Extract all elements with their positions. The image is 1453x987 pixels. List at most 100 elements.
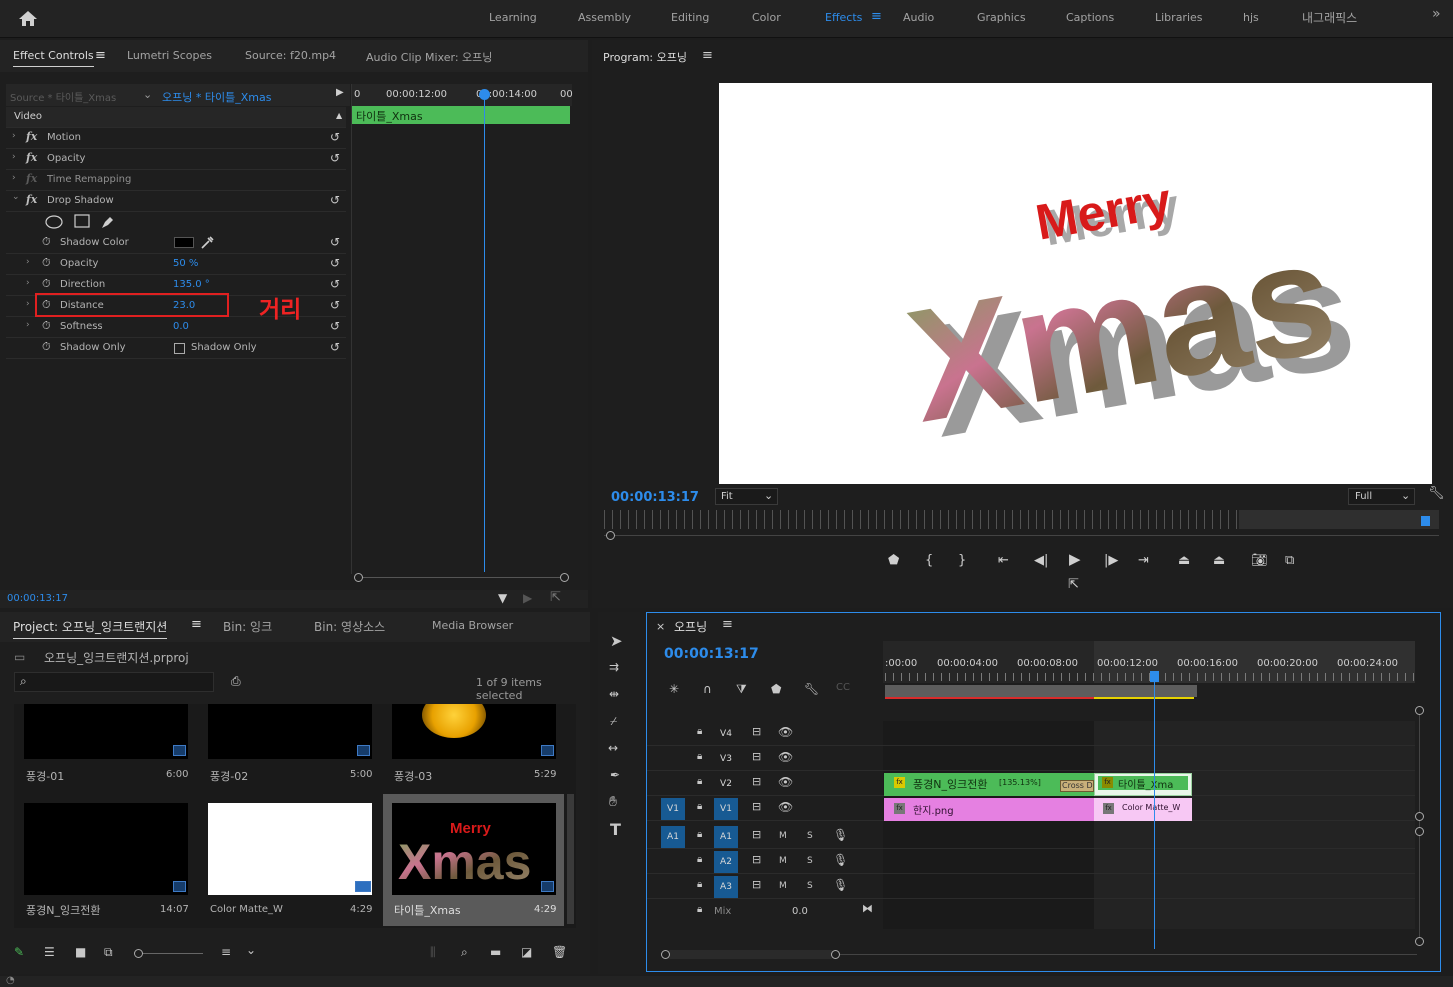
sync-lock-icon[interactable]: ⊟: [752, 878, 761, 891]
fit-dropdown[interactable]: Fit ⌄: [715, 488, 778, 505]
thumbnail-color-matte[interactable]: [208, 803, 372, 895]
param-value-direction[interactable]: 135.0 °: [173, 279, 210, 290]
find-icon[interactable]: ⌕: [461, 945, 468, 960]
home-icon[interactable]: [18, 10, 38, 27]
hscroll-handle[interactable]: [831, 950, 840, 959]
rectangle-mask-icon[interactable]: [74, 214, 90, 228]
lock-icon[interactable]: 🔒︎: [697, 776, 702, 787]
mix-transition-icon[interactable]: ⧓: [862, 902, 873, 915]
workspace-assembly[interactable]: Assembly: [578, 11, 631, 24]
thumbnail-landscape-03[interactable]: [392, 704, 556, 759]
play-icon[interactable]: ▶: [1069, 550, 1081, 568]
reset-icon[interactable]: ↺: [330, 256, 340, 270]
program-title[interactable]: Program: 오프닝: [603, 49, 687, 65]
settings-wrench-icon[interactable]: 🔧︎: [804, 682, 819, 696]
eye-icon[interactable]: 👁︎: [778, 750, 793, 764]
reset-icon[interactable]: ↺: [330, 151, 340, 165]
vertical-scroll-track[interactable]: [1419, 706, 1420, 938]
extract-icon[interactable]: ⏏: [1213, 553, 1225, 568]
nest-icon[interactable]: ✳: [669, 682, 679, 696]
fx-icon[interactable]: fx: [26, 151, 37, 164]
mix-value[interactable]: 0.0: [792, 906, 808, 917]
tab-bin-video-source[interactable]: Bin: 영상소스: [314, 618, 385, 635]
reset-icon[interactable]: ↺: [330, 130, 340, 144]
horizontal-scroll-thumb[interactable]: [665, 950, 835, 959]
effect-timecode[interactable]: 00:00:13:17: [7, 593, 68, 604]
tab-effect-controls[interactable]: Effect Controls: [13, 49, 94, 67]
mute-button[interactable]: M: [779, 881, 787, 891]
item-name[interactable]: 타이틀_Xmas: [394, 902, 461, 918]
effect-timeline-ruler[interactable]: 0 00:00:12:00 00:00:14:00 00: [352, 84, 573, 106]
workspace-color[interactable]: Color: [752, 11, 781, 24]
microphone-icon[interactable]: 🎙︎: [833, 853, 848, 867]
expand-triangle-icon[interactable]: ›: [26, 320, 30, 330]
stopwatch-icon[interactable]: ⏱: [42, 256, 51, 270]
thumbnail-title-xmas[interactable]: Merry Xmas: [392, 803, 556, 895]
thumbnail-landscape-01[interactable]: [24, 704, 188, 759]
stopwatch-icon[interactable]: ⏱: [42, 277, 51, 291]
hscroll-handle[interactable]: [661, 950, 670, 959]
lift-icon[interactable]: ⏏: [1178, 553, 1190, 568]
slip-tool-icon[interactable]: ↔: [608, 741, 618, 755]
solo-button[interactable]: S: [807, 881, 813, 891]
effect-row-opacity[interactable]: › fx Opacity ↺: [6, 149, 346, 170]
export-icon[interactable]: ⇱: [550, 590, 561, 605]
param-value-opacity[interactable]: 50 %: [173, 258, 198, 269]
track-label[interactable]: V1: [714, 798, 738, 820]
program-zoom-handle[interactable]: [606, 531, 615, 540]
lock-icon[interactable]: 🔒︎: [697, 726, 702, 737]
reset-icon[interactable]: ↺: [330, 193, 340, 207]
sequence-clip-label[interactable]: 오프닝 * 타이틀_Xmas: [162, 89, 271, 105]
vscroll-handle[interactable]: [1415, 812, 1424, 821]
razor-tool-icon[interactable]: ⌿: [610, 714, 617, 729]
pen-tool-icon[interactable]: ✒: [610, 768, 620, 782]
comparison-view-icon[interactable]: ⧉: [1285, 553, 1294, 568]
reset-icon[interactable]: ↺: [330, 298, 340, 312]
sync-lock-icon[interactable]: ⊟: [752, 750, 761, 763]
source-patch-a1[interactable]: A1: [661, 826, 685, 848]
go-to-in-icon[interactable]: ⇤: [998, 553, 1009, 568]
lock-icon[interactable]: 🔒︎: [697, 904, 702, 915]
clip-landscape-ink[interactable]: fx 풍경N_잉크전환 [135.13%] Cross Di: [884, 773, 1094, 796]
track-label[interactable]: V3: [714, 748, 738, 770]
shadow-color-swatch[interactable]: [174, 237, 194, 248]
workspace-learning[interactable]: Learning: [489, 11, 537, 24]
mute-button[interactable]: M: [779, 831, 787, 841]
track-label[interactable]: V4: [714, 723, 738, 745]
pencil-icon[interactable]: ✎: [14, 945, 24, 959]
clip-hanji[interactable]: fx 한지.png: [884, 798, 1094, 821]
mute-button[interactable]: M: [779, 856, 787, 866]
step-back-icon[interactable]: ◀|: [1034, 553, 1048, 568]
clip-color-matte[interactable]: fx Color Matte_W: [1094, 798, 1192, 821]
cross-dissolve-transition[interactable]: Cross Di: [1060, 780, 1094, 792]
param-row-opacity[interactable]: › ⏱ Opacity 50 % ↺: [6, 254, 346, 275]
workspace-audio[interactable]: Audio: [903, 11, 934, 24]
sync-lock-icon[interactable]: ⊟: [752, 775, 761, 788]
panel-menu-icon[interactable]: ≡: [191, 617, 202, 632]
tab-media-browser[interactable]: Media Browser: [432, 619, 513, 632]
tab-project[interactable]: Project: 오프닝_잉크트랜지션: [13, 618, 168, 639]
mark-in-icon[interactable]: {: [925, 553, 933, 568]
effect-zoom-track[interactable]: [356, 577, 566, 578]
track-label[interactable]: A1: [714, 826, 738, 848]
hand-tool-icon[interactable]: ✋︎: [609, 794, 617, 810]
expand-triangle-icon[interactable]: ›: [26, 299, 30, 309]
close-icon[interactable]: ×: [656, 620, 665, 633]
workspace-graphics[interactable]: Graphics: [977, 11, 1026, 24]
zoom-handle-right[interactable]: [560, 573, 569, 582]
vscroll-handle[interactable]: [1415, 827, 1424, 836]
project-scrollbar[interactable]: [567, 794, 574, 924]
stopwatch-icon[interactable]: ⏱: [42, 235, 51, 249]
snap-icon[interactable]: ∩: [703, 682, 712, 696]
effect-playhead[interactable]: [484, 92, 485, 572]
vscroll-handle[interactable]: [1415, 937, 1424, 946]
item-name[interactable]: Color Matte_W: [210, 904, 283, 915]
param-row-shadow-only[interactable]: ⏱ Shadow Only Shadow Only ↺: [6, 338, 346, 359]
shadow-only-checkbox[interactable]: [174, 343, 185, 354]
go-to-out-icon[interactable]: ⇥: [1138, 553, 1149, 568]
work-area-bar[interactable]: [885, 685, 1197, 697]
linked-selection-icon[interactable]: ⧩: [736, 682, 747, 697]
freeform-view-icon[interactable]: ⧉: [104, 945, 113, 960]
track-select-tool-icon[interactable]: ⇉: [609, 660, 619, 674]
reset-icon[interactable]: ↺: [330, 235, 340, 249]
